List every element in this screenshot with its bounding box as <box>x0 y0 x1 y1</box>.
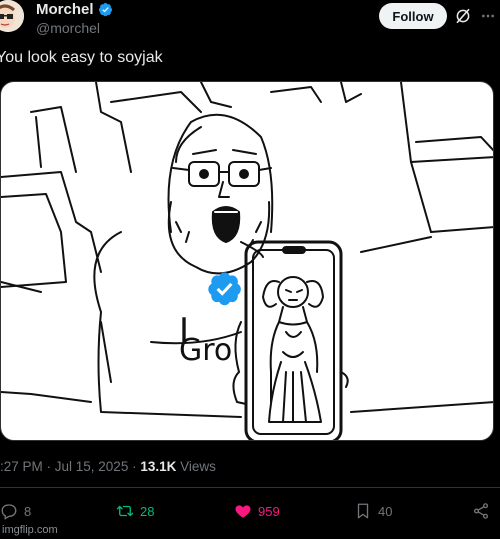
bookmark-count: 40 <box>378 503 393 519</box>
grok-icon[interactable] <box>454 7 472 25</box>
imgflip-watermark: imgflip.com <box>2 524 58 536</box>
soyjak-drawing: I Gro <box>1 82 493 440</box>
shirt-verified-badge-icon <box>208 272 241 306</box>
views-count: 13.1K <box>140 459 177 474</box>
bookmark-icon <box>357 503 369 519</box>
repost-icon <box>116 505 134 517</box>
shirt-text-line2: Gro <box>179 333 232 368</box>
author-handle[interactable]: @morchel <box>36 20 100 36</box>
divider <box>0 487 500 488</box>
repost-count: 28 <box>140 503 155 519</box>
reply-button[interactable]: 8 <box>0 501 31 521</box>
tweet-view: Morchel @morchel Follow You look easy to… <box>0 0 500 539</box>
follow-button[interactable]: Follow <box>379 3 447 29</box>
share-icon <box>473 503 489 519</box>
author-name-row[interactable]: Morchel <box>36 1 113 18</box>
tweet-text: You look easy to soyjak <box>0 49 163 66</box>
reply-count: 8 <box>24 503 32 519</box>
tweet-meta: :27 PM · Jul 15, 2025 · 13.1K Views <box>0 459 216 474</box>
author-avatar[interactable] <box>0 0 24 32</box>
reply-icon <box>1 504 17 520</box>
more-options-icon[interactable] <box>479 8 497 24</box>
repost-button[interactable]: 28 <box>116 501 154 521</box>
like-count: 959 <box>258 503 280 519</box>
heart-icon <box>235 505 251 518</box>
author-name[interactable]: Morchel <box>36 1 94 18</box>
like-button[interactable]: 959 <box>234 501 280 521</box>
share-button[interactable] <box>472 501 490 521</box>
views-label: Views <box>176 459 216 474</box>
tweet-timestamp[interactable]: :27 PM · Jul 15, 2025 · <box>0 459 140 474</box>
verified-badge-icon <box>98 2 112 17</box>
bookmark-button[interactable]: 40 <box>354 501 392 521</box>
tweet-media-image[interactable]: I Gro <box>0 81 494 441</box>
